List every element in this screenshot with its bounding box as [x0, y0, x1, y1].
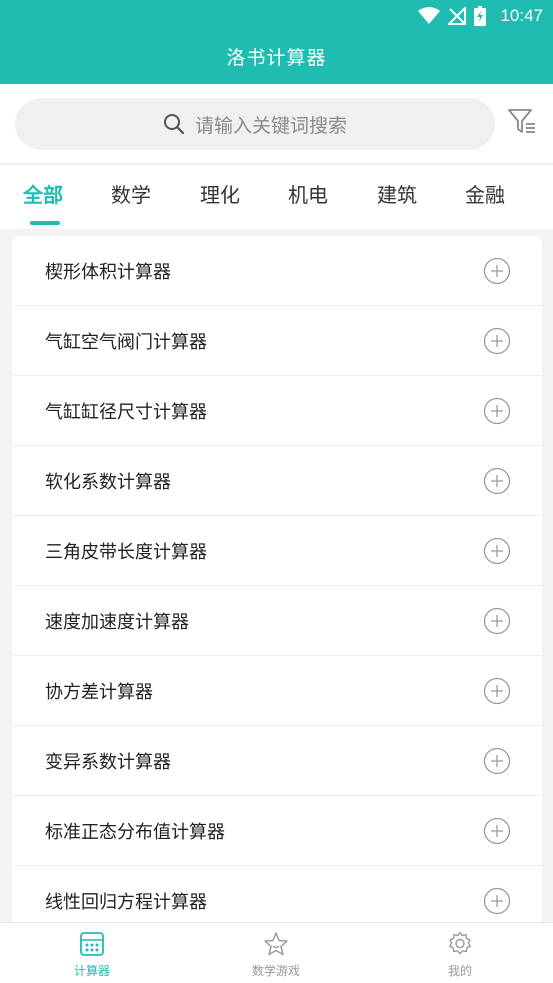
list-item-label: 协方差计算器: [45, 682, 153, 703]
active-tab-indicator: [30, 221, 60, 225]
add-icon[interactable]: [483, 607, 511, 635]
list-item[interactable]: 软化系数计算器: [12, 446, 542, 516]
list-item-label: 变异系数计算器: [45, 752, 171, 773]
add-icon[interactable]: [483, 677, 511, 705]
no-signal-icon: [448, 7, 467, 25]
page-title: 洛书计算器: [226, 47, 327, 69]
list-item-label: 气缸空气阀门计算器: [45, 332, 207, 353]
list-item[interactable]: 楔形体积计算器: [12, 236, 542, 306]
status-time: 10:47: [500, 6, 543, 25]
list-item[interactable]: 气缸空气阀门计算器: [12, 306, 542, 376]
list-item-label: 软化系数计算器: [45, 472, 171, 493]
list-item[interactable]: 气缸缸径尺寸计算器: [12, 376, 542, 446]
list-item-label: 标准正态分布值计算器: [45, 822, 225, 843]
add-icon[interactable]: [483, 467, 511, 495]
filter-icon: [508, 109, 535, 133]
search-input[interactable]: 请输入关键词搜索: [15, 98, 495, 150]
nav-calculator[interactable]: 计算器: [32, 923, 152, 983]
search-icon: [163, 114, 185, 135]
nav-label: 数学游戏: [251, 964, 300, 978]
nav-label: 计算器: [73, 964, 110, 978]
search-placeholder: 请输入关键词搜索: [194, 114, 347, 137]
nav-math-games[interactable]: 数学游戏: [216, 923, 336, 983]
list-item-label: 气缸缸径尺寸计算器: [45, 402, 207, 423]
list-item[interactable]: 变异系数计算器: [12, 726, 542, 796]
list-item-label: 速度加速度计算器: [45, 612, 189, 633]
app-header: 10:47 洛书计算器: [0, 0, 553, 84]
app-screen: 10:47 洛书计算器 请输入关键词搜索 全部 数学 理化 机电 建筑 金融 楔…: [0, 0, 553, 983]
status-icons: 10:47: [418, 4, 543, 28]
tab-all[interactable]: 全部: [23, 179, 63, 208]
wifi-icon: [418, 7, 441, 24]
list-item[interactable]: 三角皮带长度计算器: [12, 516, 542, 586]
category-tabs: 全部 数学 理化 机电 建筑 金融: [0, 165, 553, 229]
star-icon: [264, 932, 288, 956]
list-item[interactable]: 协方差计算器: [12, 656, 542, 726]
list-item[interactable]: 标准正态分布值计算器: [12, 796, 542, 866]
list-item[interactable]: 速度加速度计算器: [12, 586, 542, 656]
add-icon[interactable]: [483, 887, 511, 915]
list-item-label: 线性回归方程计算器: [45, 892, 207, 913]
tab-finance[interactable]: 金融: [465, 179, 505, 208]
tab-architecture[interactable]: 建筑: [377, 179, 417, 208]
filter-button[interactable]: [507, 105, 537, 137]
gear-icon: [448, 931, 472, 955]
tab-math[interactable]: 数学: [111, 179, 151, 208]
calculator-icon: [80, 932, 104, 956]
add-icon[interactable]: [483, 817, 511, 845]
battery-charging-icon: [474, 6, 487, 26]
search-bar: 请输入关键词搜索: [0, 84, 553, 164]
status-bar: 10:47: [0, 0, 553, 32]
add-icon[interactable]: [483, 747, 511, 775]
calculator-list: 楔形体积计算器 气缸空气阀门计算器 气缸缸径尺寸计算器 软化系数计算器 三角皮带…: [12, 236, 542, 922]
nav-profile[interactable]: 我的: [400, 923, 520, 983]
tab-physics-chemistry[interactable]: 理化: [200, 179, 240, 208]
list-item-label: 楔形体积计算器: [45, 262, 171, 283]
add-icon[interactable]: [483, 257, 511, 285]
bottom-nav: 计算器 数学游戏 我的: [0, 922, 553, 983]
tab-electromechanical[interactable]: 机电: [288, 179, 328, 208]
add-icon[interactable]: [483, 327, 511, 355]
list-item[interactable]: 线性回归方程计算器: [12, 866, 542, 922]
add-icon[interactable]: [483, 537, 511, 565]
nav-label: 我的: [447, 964, 472, 978]
list-item-label: 三角皮带长度计算器: [45, 542, 207, 563]
add-icon[interactable]: [483, 397, 511, 425]
